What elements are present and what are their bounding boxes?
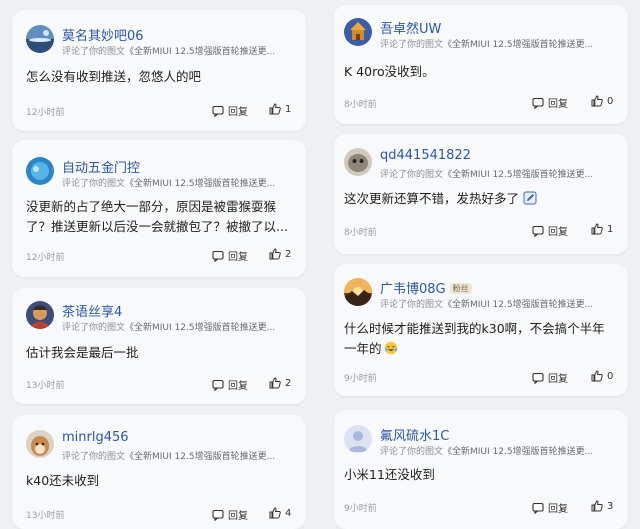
like-button[interactable]: 0 (591, 95, 613, 107)
avatar[interactable] (344, 148, 372, 176)
thumbs-up-icon (269, 103, 281, 115)
edit-icon (523, 191, 537, 205)
comment-source[interactable]: 评论了你的图文《全新MIUI 12.5增强版首轮推送更... (62, 320, 275, 333)
username[interactable]: 广韦博08G 粉丝 (380, 278, 472, 297)
reply-icon (532, 97, 544, 109)
username[interactable]: 茶语丝享4 (62, 301, 122, 320)
like-button[interactable]: 1 (591, 223, 613, 235)
comment-text: 没更新的占了绝大一部分，原因是被雷猴耍猴 了？推送更新以后没一会就撤包了？被撤了… (26, 199, 288, 234)
thumbs-up-icon (591, 370, 603, 382)
like-button[interactable]: 2 (269, 377, 291, 389)
comment-time: 8小时前 (344, 228, 377, 238)
like-button[interactable]: 4 (269, 507, 291, 519)
comment-text: 什么时候才能推送到我的k30啊，不会搞个半年 一年的 (344, 321, 605, 356)
username[interactable]: minrlg456 (62, 430, 129, 445)
comment-source[interactable]: 评论了你的图文《全新MIUI 12.5增强版首轮推送更... (62, 44, 275, 57)
username[interactable]: 莫名其妙吧06 (62, 25, 144, 44)
like-button[interactable]: 1 (269, 103, 291, 115)
reply-icon (212, 379, 224, 391)
thumbs-up-icon (269, 377, 281, 389)
comment-text: 这次更新还算不错，发热好多了 (344, 189, 537, 209)
avatar[interactable] (344, 425, 372, 453)
comment-source[interactable]: 评论了你的图文《全新MIUI 12.5增强版首轮推送更... (62, 176, 275, 189)
thumbs-up-icon (269, 248, 281, 260)
comment-header: 吾卓然UW 评论了你的图文《全新MIUI 12.5增强版首轮推送更... (344, 18, 628, 68)
reply-icon (532, 502, 544, 514)
comment-card[interactable]: 氟风硫水1C 评论了你的图文《全新MIUI 12.5增强版首轮推送更... 小米… (334, 410, 628, 529)
reply-icon (212, 509, 224, 521)
reply-icon (212, 105, 224, 117)
avatar[interactable] (344, 278, 372, 306)
reply-button[interactable]: 回复 (212, 103, 248, 118)
comment-source[interactable]: 评论了你的图文《全新MIUI 12.5增强版首轮推送更... (380, 167, 593, 180)
comment-card[interactable]: qd441541822 评论了你的图文《全新MIUI 12.5增强版首轮推送更.… (334, 134, 628, 254)
username[interactable]: 吾卓然UW (380, 18, 441, 37)
comment-time: 9小时前 (344, 504, 377, 514)
comment-text: 估计我会是最后一批 (26, 345, 139, 360)
avatar[interactable] (26, 157, 54, 185)
comment-time: 13小时前 (26, 381, 65, 391)
comment-text: 小米11还没收到 (344, 467, 435, 482)
comment-source[interactable]: 评论了你的图文《全新MIUI 12.5增强版首轮推送更... (380, 37, 593, 50)
comment-text: k40还未收到 (26, 473, 100, 488)
thumbs-up-icon (591, 223, 603, 235)
reply-button[interactable]: 回复 (532, 223, 568, 238)
comment-time: 8小时前 (344, 100, 377, 110)
thumbs-up-icon (269, 507, 281, 519)
comment-card[interactable]: minrlg456 评论了你的图文《全新MIUI 12.5增强版首轮推送更...… (12, 415, 306, 529)
comment-text: K 40ro没收到。 (344, 64, 435, 79)
avatar[interactable] (26, 25, 54, 53)
like-button[interactable]: 2 (269, 248, 291, 260)
comment-time: 13小时前 (26, 511, 65, 521)
reply-button[interactable]: 回复 (212, 248, 248, 263)
reply-icon (212, 250, 224, 262)
reply-icon (532, 372, 544, 384)
username[interactable]: 氟风硫水1C (380, 425, 449, 444)
like-button[interactable]: 3 (591, 500, 613, 512)
reply-button[interactable]: 回复 (532, 95, 568, 110)
fan-badge: 粉丝 (449, 283, 472, 294)
comment-card[interactable]: 吾卓然UW 评论了你的图文《全新MIUI 12.5增强版首轮推送更... K 4… (334, 5, 628, 124)
comment-text: 怎么没有收到推送，忽悠人的吧 (26, 69, 202, 84)
avatar[interactable] (26, 301, 54, 329)
comment-source[interactable]: 评论了你的图文《全新MIUI 12.5增强版首轮推送更... (62, 449, 275, 462)
comment-card[interactable]: 自动五金门控 评论了你的图文《全新MIUI 12.5增强版首轮推送更... 没更… (12, 140, 306, 277)
username[interactable]: qd441541822 (380, 148, 471, 163)
reply-button[interactable]: 回复 (212, 377, 248, 392)
comment-card[interactable]: 广韦博08G 粉丝 评论了你的图文《全新MIUI 12.5增强版首轮推送更... … (334, 264, 628, 396)
comment-source[interactable]: 评论了你的图文《全新MIUI 12.5增强版首轮推送更... (380, 297, 593, 310)
reply-button[interactable]: 回复 (532, 370, 568, 385)
thumbs-up-icon (591, 500, 603, 512)
comment-time: 12小时前 (26, 108, 65, 118)
thumbs-up-icon (591, 95, 603, 107)
avatar[interactable] (26, 430, 54, 458)
comment-card[interactable]: 茶语丝享4 评论了你的图文《全新MIUI 12.5增强版首轮推送更... 估计我… (12, 288, 306, 404)
reply-button[interactable]: 回复 (532, 500, 568, 515)
comment-card[interactable]: 莫名其妙吧06 评论了你的图文《全新MIUI 12.5增强版首轮推送更... 怎… (12, 10, 306, 131)
reply-button[interactable]: 回复 (212, 507, 248, 522)
username[interactable]: 自动五金门控 (62, 157, 140, 176)
avatar[interactable] (344, 18, 372, 46)
laughing-tears-emoji-icon (384, 341, 397, 355)
comment-time: 12小时前 (26, 253, 65, 263)
reply-icon (532, 225, 544, 237)
like-button[interactable]: 0 (591, 370, 613, 382)
comment-source[interactable]: 评论了你的图文《全新MIUI 12.5增强版首轮推送更... (380, 444, 593, 457)
comment-time: 9小时前 (344, 374, 377, 384)
